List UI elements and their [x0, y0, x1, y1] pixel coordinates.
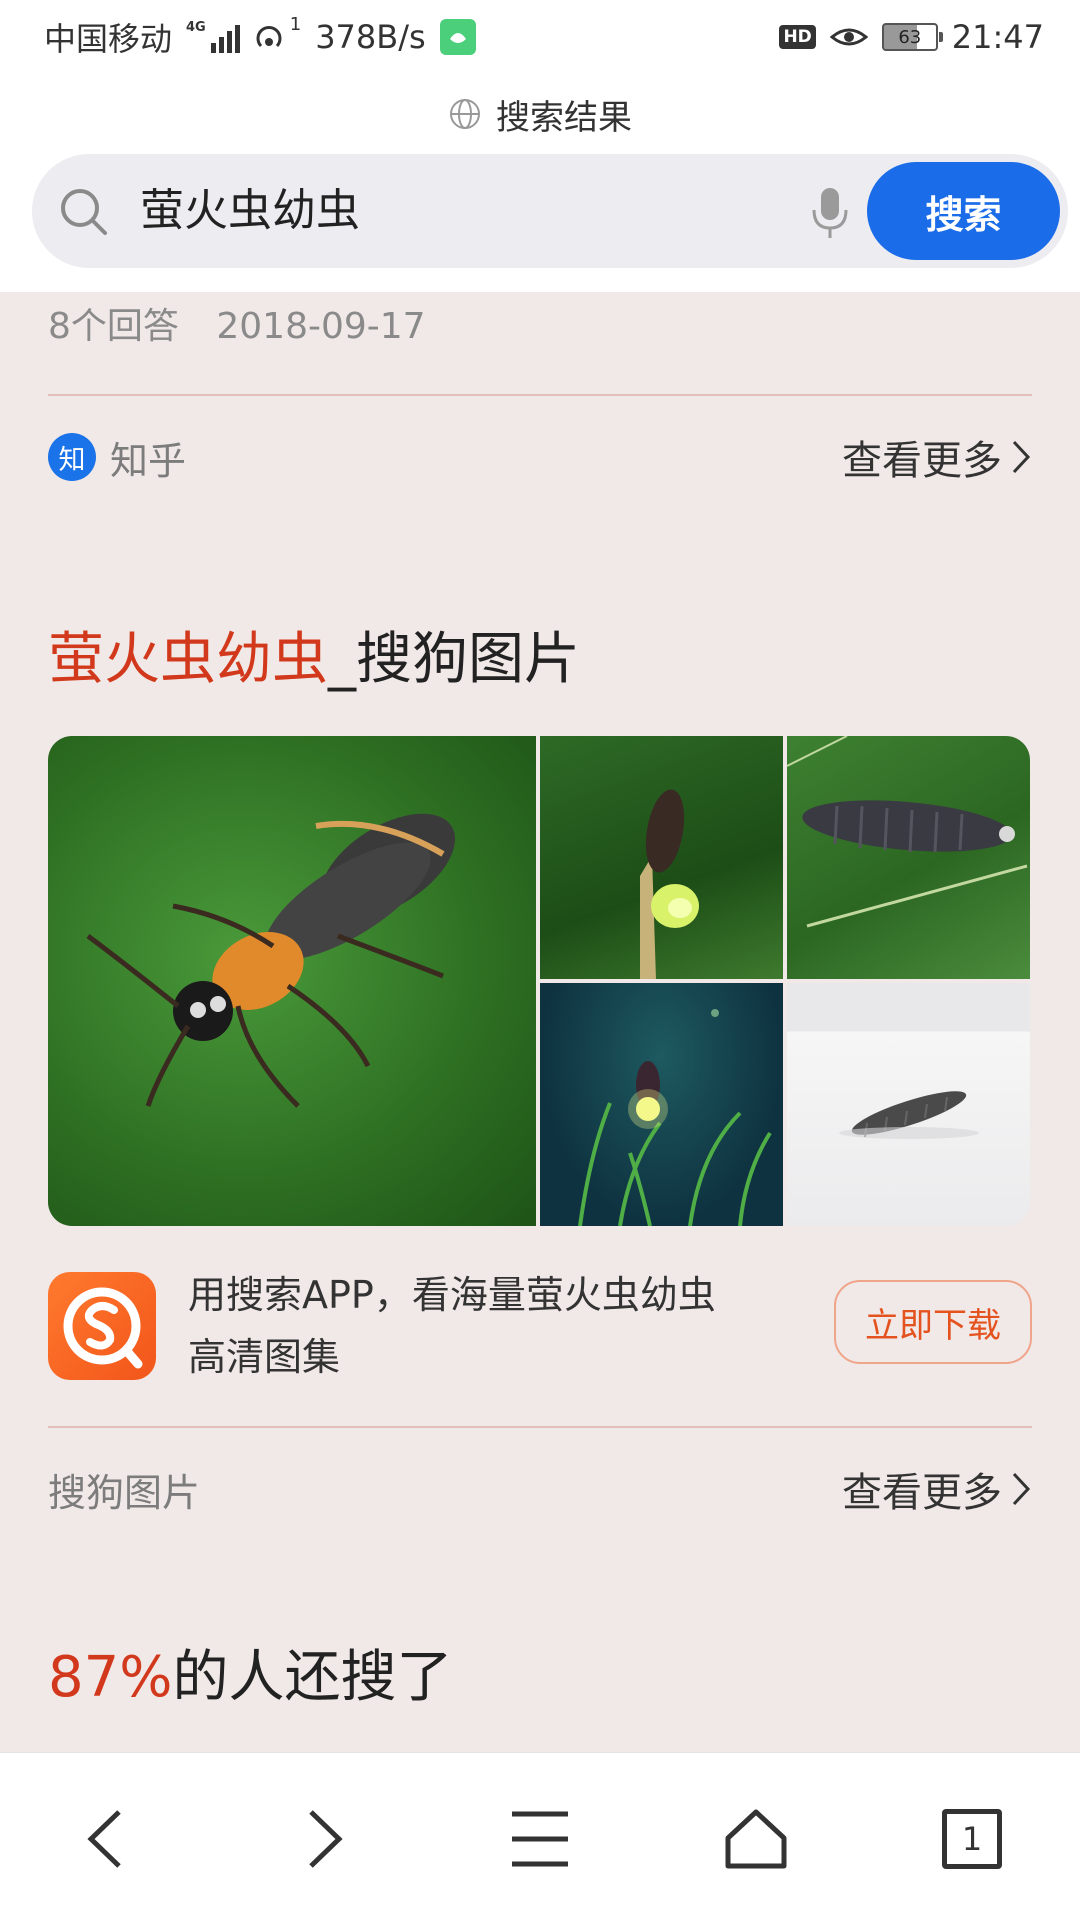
tabs-button[interactable]: 1 [924, 1791, 1020, 1887]
tab-count: 1 [942, 1809, 1002, 1869]
search-button[interactable]: 搜索 [867, 162, 1060, 260]
related-searches-title: 87%的人还搜了 [48, 1632, 452, 1713]
related-text: 的人还搜了 [172, 1645, 453, 1710]
eye-comfort-icon [829, 28, 868, 46]
signal-icon: 4G [186, 21, 240, 53]
forward-arrow-icon [309, 1810, 343, 1868]
back-button[interactable] [58, 1791, 154, 1887]
clock: 21:47 [951, 18, 1044, 56]
hd-icon: HD [779, 25, 816, 49]
result-date: 2018-09-17 [216, 306, 426, 347]
image-grid [48, 736, 1030, 1226]
source-label: 搜狗图片 [48, 1470, 201, 1515]
battery-level: 63 [898, 26, 922, 48]
related-percent: 87% [48, 1645, 173, 1710]
microphone-icon[interactable] [802, 184, 858, 240]
bottom-nav: 1 [0, 1752, 1080, 1920]
answer-count: 8个回答 [48, 306, 179, 347]
browser-header: 搜索结果 萤火虫幼虫 搜索 [0, 74, 1080, 292]
image-larva-on-white[interactable] [787, 983, 1030, 1226]
see-more-link[interactable]: 查看更多 [842, 428, 1032, 486]
divider [48, 394, 1032, 396]
page-title-row: 搜索结果 [0, 84, 1080, 144]
result-meta: 8个回答 2018-09-17 [48, 292, 426, 362]
promo-line-1: 用搜索APP，看海量萤火虫幼虫 [188, 1273, 716, 1317]
zhihu-icon: 知 [48, 433, 96, 481]
app-notification-icon [439, 19, 476, 55]
search-icon [61, 189, 107, 235]
image-firefly-on-stem-glowing[interactable] [540, 736, 783, 979]
sogou-app-icon [48, 1272, 156, 1380]
menu-icon [512, 1811, 568, 1867]
image-firefly-on-leaf[interactable] [48, 736, 536, 1226]
back-arrow-icon [87, 1810, 121, 1868]
status-bar: 中国移动 4G 1 378B/s HD 63 21:47 [0, 0, 1080, 74]
globe-icon [450, 99, 480, 129]
home-button[interactable] [708, 1791, 804, 1887]
home-icon [725, 1809, 787, 1869]
app-promo: 用搜索APP，看海量萤火虫幼虫 高清图集 立即下载 [48, 1264, 1032, 1388]
search-input[interactable]: 萤火虫幼虫 [140, 154, 360, 268]
page-title: 搜索结果 [496, 97, 632, 138]
promo-text: 用搜索APP，看海量萤火虫幼虫 高清图集 [188, 1264, 808, 1388]
image-larva-on-leaf[interactable] [787, 736, 1030, 979]
search-results: 8个回答 2018-09-17 知 知乎 查看更多 萤火虫幼虫_搜狗图片 用搜索… [0, 292, 1080, 1752]
divider [48, 1426, 1032, 1428]
title-rest: _搜狗图片 [328, 627, 580, 692]
search-bar[interactable]: 萤火虫幼虫 搜索 [32, 154, 1068, 268]
chevron-right-icon [1012, 440, 1031, 474]
promo-line-2: 高清图集 [188, 1335, 341, 1379]
network-type-label: 4G [186, 20, 206, 35]
menu-button[interactable] [492, 1791, 588, 1887]
see-more-label: 查看更多 [842, 1470, 1002, 1516]
see-more-label: 查看更多 [842, 438, 1002, 484]
image-section-title[interactable]: 萤火虫幼虫_搜狗图片 [48, 614, 580, 695]
title-highlight: 萤火虫幼虫 [48, 627, 328, 692]
download-button[interactable]: 立即下载 [834, 1280, 1032, 1364]
sogou-source-row: 搜狗图片 查看更多 [48, 1454, 1032, 1524]
carrier-label: 中国移动 [44, 20, 173, 58]
chevron-right-icon [1012, 1472, 1031, 1506]
network-speed: 378B/s [315, 18, 426, 56]
source-label: 知乎 [110, 438, 187, 483]
image-firefly-in-grass[interactable] [540, 983, 783, 1226]
battery-icon: 63 [881, 23, 943, 51]
see-more-link[interactable]: 查看更多 [842, 1460, 1032, 1518]
forward-button[interactable] [276, 1791, 372, 1887]
hotspot-count: 1 [289, 14, 302, 35]
zhihu-source-row: 知 知乎 查看更多 [48, 422, 1032, 492]
hotspot-icon [256, 26, 282, 48]
